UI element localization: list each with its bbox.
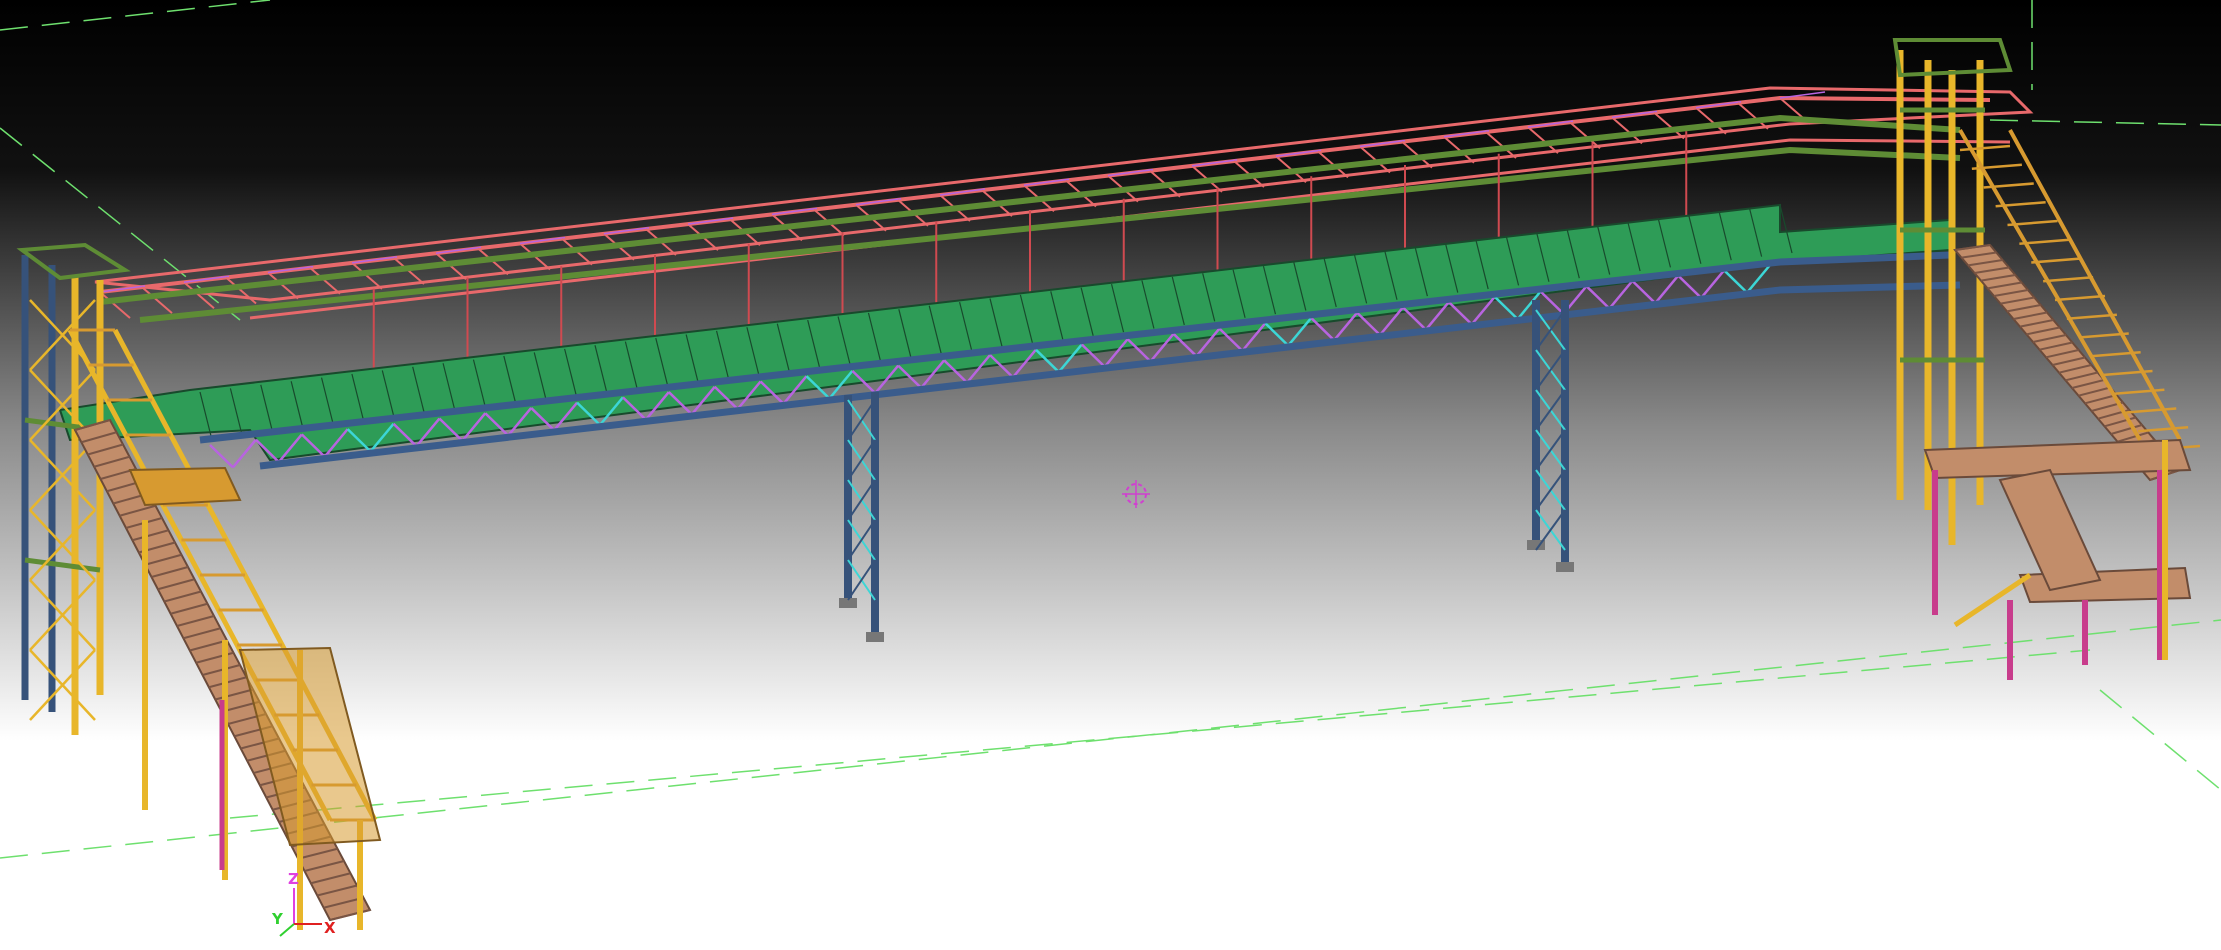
axis-x-label: X <box>324 919 336 937</box>
base-plate <box>866 632 884 642</box>
axis-y-label: Y <box>271 910 284 928</box>
axis-z-label: Z <box>288 870 299 888</box>
base-plate <box>1556 562 1574 572</box>
model-viewport[interactable]: Z X Y <box>0 0 2221 950</box>
structural-model-view[interactable]: Z X Y <box>0 0 2221 950</box>
landing <box>128 466 242 507</box>
